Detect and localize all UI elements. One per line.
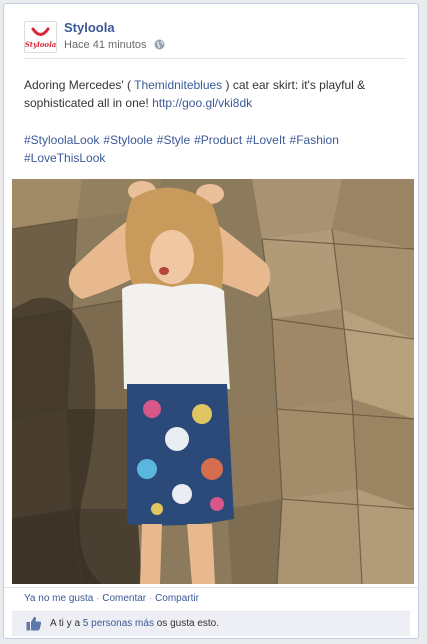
likes-prefix: A ti y a — [50, 618, 83, 629]
share-button[interactable]: Compartir — [155, 593, 199, 604]
likes-text: A ti y a 5 personas más os gusta esto. — [50, 612, 219, 636]
page-avatar[interactable]: Styloola — [24, 21, 57, 53]
hashtag-list: #StyloolaLook #Styloole #Style #Product #Lov… — [24, 131, 410, 167]
mention-link[interactable]: Themidniteblues — [134, 78, 222, 92]
likes-suffix: os gusta esto. — [153, 618, 219, 629]
thumbs-up-icon — [26, 616, 42, 638]
hashtag-link[interactable]: #LoveThisLook — [24, 151, 105, 165]
post-photo-image — [12, 179, 414, 584]
hashtag-link[interactable]: #StyloolaLook — [24, 133, 99, 147]
svg-text:Styloola: Styloola — [25, 40, 56, 49]
unlike-button[interactable]: Ya no me gusta — [24, 593, 93, 604]
header-divider — [24, 58, 406, 59]
action-separator: · — [148, 593, 153, 604]
hashtag-link[interactable]: #Style — [157, 133, 190, 147]
post-text-part1: Adoring Mercedes' ( — [24, 78, 135, 92]
post-header: Styloola Styloola Hace 41 minutos — [24, 18, 406, 58]
globe-icon[interactable] — [154, 39, 165, 53]
post-meta: Hace 41 minutos — [64, 39, 165, 53]
post-card: Styloola Styloola Hace 41 minutos Adorin… — [3, 3, 419, 639]
hashtag-link[interactable]: #LoveIt — [246, 133, 285, 147]
post-photo[interactable] — [12, 179, 414, 584]
action-separator: · — [96, 593, 100, 604]
hashtag-link[interactable]: #Product — [194, 133, 242, 147]
likes-people-link[interactable]: 5 personas más — [83, 618, 154, 629]
hashtag-link[interactable]: #Fashion — [290, 133, 339, 147]
post-body: Adoring Mercedes' ( Themidniteblues ) ca… — [24, 76, 410, 112]
post-url-link[interactable]: http://goo.gl/vki8dk — [152, 96, 252, 110]
post-timestamp[interactable]: Hace 41 minutos — [64, 39, 147, 51]
post-actions-bar: Ya no me gusta · Comentar · Compartir — [4, 587, 418, 610]
styloola-logo: Styloola — [25, 27, 56, 49]
comment-button[interactable]: Comentar — [102, 593, 146, 604]
likes-summary: A ti y a 5 personas más os gusta esto. — [12, 611, 410, 636]
hashtag-link[interactable]: #Styloole — [103, 133, 152, 147]
page-name-link[interactable]: Styloola — [64, 20, 115, 35]
